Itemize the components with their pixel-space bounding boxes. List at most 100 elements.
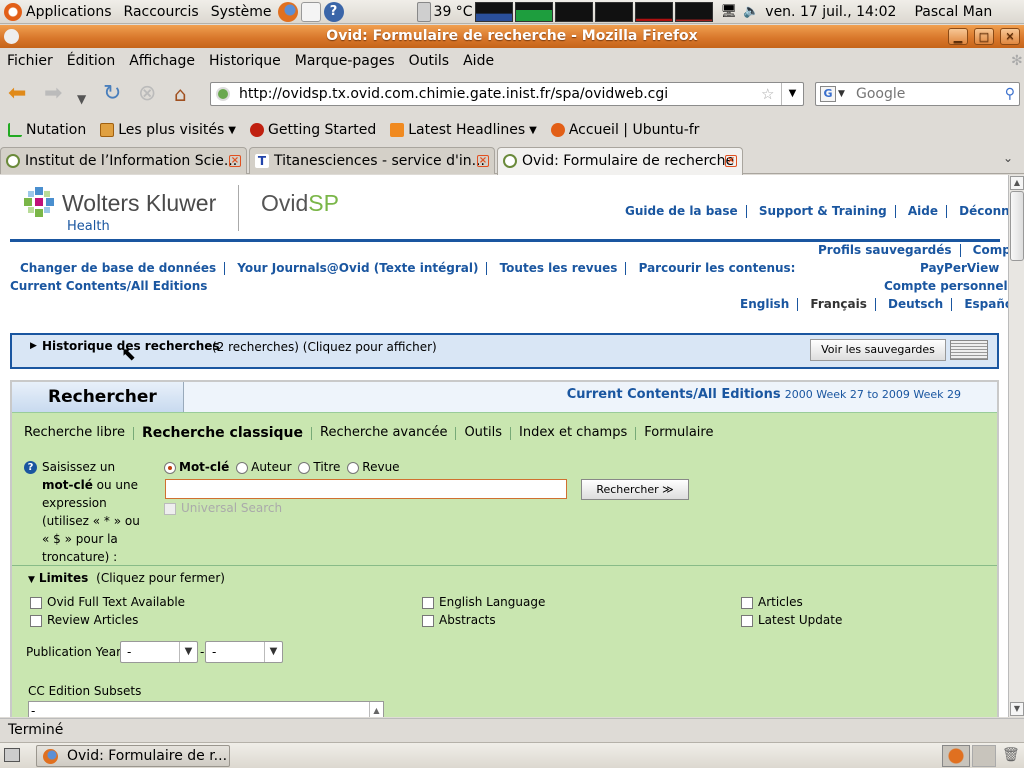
menu-fichier[interactable]: Fichier	[7, 53, 53, 69]
home-icon[interactable]: ⌂	[174, 83, 187, 105]
menu-aide[interactable]: Aide	[463, 53, 494, 69]
limit-review-articles[interactable]: Review Articles	[30, 611, 185, 629]
link-compte-personnel[interactable]: Compte personnel	[884, 279, 1008, 293]
workspace-2-icon[interactable]	[972, 745, 996, 767]
link-guide[interactable]: Guide de la base	[625, 204, 738, 218]
search-bar[interactable]: G ▼ ⚲	[815, 82, 1020, 106]
tab-recherche-avancee[interactable]: Recherche avancée	[312, 425, 455, 442]
bookmark-ubuntu-fr[interactable]: Accueil | Ubuntu-fr	[550, 122, 699, 138]
tab-list-icon[interactable]: ⌄	[1003, 151, 1013, 165]
user-menu[interactable]: Pascal Man	[914, 4, 992, 20]
bookmark-latest-headlines[interactable]: Latest Headlines ▼	[390, 122, 537, 138]
search-magnifier-icon[interactable]: ⚲	[1005, 83, 1015, 105]
reload-icon[interactable]: ↻	[103, 83, 121, 105]
window-menu-icon[interactable]	[4, 29, 19, 44]
radio-titre[interactable]	[298, 461, 311, 474]
limit-articles[interactable]: Articles	[741, 593, 842, 611]
workspace-1-icon[interactable]	[942, 745, 970, 767]
tab-ovid[interactable]: Ovid: Formulaire de recherche ×	[497, 147, 743, 175]
checkbox[interactable]	[741, 614, 753, 627]
bookmark-getting-started[interactable]: Getting Started	[250, 122, 376, 138]
url-dropdown-icon[interactable]: ▼	[781, 83, 803, 105]
menu-edition[interactable]: Édition	[67, 53, 115, 69]
minimize-icon[interactable]: ▁	[948, 28, 968, 45]
menu-marque-pages[interactable]: Marque-pages	[295, 53, 395, 69]
trash-icon[interactable]: 🗑	[1002, 747, 1020, 763]
scrollbar-thumb[interactable]	[1010, 191, 1024, 261]
checkbox[interactable]	[741, 596, 753, 609]
checkbox[interactable]	[30, 596, 42, 609]
close-tab-icon[interactable]: ×	[725, 155, 737, 167]
link-toutes-revues[interactable]: Toutes les revues	[500, 261, 618, 275]
bookmark-most-visited[interactable]: Les plus visités ▼	[100, 122, 236, 138]
bookmark-star-icon[interactable]: ☆	[761, 83, 774, 105]
collapse-triangle-icon[interactable]: ▼	[28, 575, 35, 585]
url-bar[interactable]: http://ovidsp.tx.ovid.com.chimie.gate.in…	[210, 82, 804, 106]
checkbox[interactable]	[30, 614, 42, 627]
tab-index-champs[interactable]: Index et champs	[511, 425, 635, 442]
menu-historique[interactable]: Historique	[209, 53, 281, 69]
limit-ovid-full-text[interactable]: Ovid Full Text Available	[30, 593, 185, 611]
maximize-icon[interactable]: □	[974, 28, 994, 45]
limit-english-language[interactable]: English Language	[422, 593, 545, 611]
scroll-down-icon[interactable]: ▼	[1010, 702, 1024, 716]
scroll-up-icon[interactable]: ▲	[1010, 176, 1024, 190]
limit-latest-update[interactable]: Latest Update	[741, 611, 842, 629]
limit-abstracts[interactable]: Abstracts	[422, 611, 545, 629]
site-identity-icon[interactable]	[216, 87, 230, 101]
history-panel[interactable]: ▶ Historique des recherches (2 recherche…	[10, 333, 999, 369]
checkbox[interactable]	[422, 596, 434, 609]
close-window-icon[interactable]: ✕	[1000, 28, 1020, 45]
lang-francais[interactable]: Français	[810, 297, 866, 311]
shortcuts-menu[interactable]: Raccourcis	[124, 4, 199, 20]
stop-icon[interactable]: ⊗	[138, 83, 156, 105]
system-menu[interactable]: Système	[211, 4, 272, 20]
lang-deutsch[interactable]: Deutsch	[888, 297, 943, 311]
google-engine-icon[interactable]: G	[820, 86, 836, 102]
volume-icon[interactable]: 🔈	[743, 4, 759, 19]
radio-mot-cle[interactable]	[164, 461, 176, 474]
link-payperview[interactable]: PayPerView	[920, 261, 999, 275]
show-desktop-icon[interactable]	[4, 748, 20, 762]
grip-icon[interactable]	[950, 340, 988, 360]
forward-icon[interactable]: ➡	[44, 83, 62, 105]
limits-header[interactable]: ▼ Limites (Cliquez pour fermer)	[28, 571, 225, 585]
firefox-launcher-icon[interactable]	[277, 1, 298, 22]
link-your-journals[interactable]: Your Journals@Ovid (Texte intégral)	[237, 261, 478, 275]
clock[interactable]: ven. 17 juil., 14:02	[765, 4, 896, 20]
help-icon[interactable]: ?	[24, 461, 37, 474]
lang-espanol[interactable]: Español	[964, 297, 1008, 311]
taskbar-window-button[interactable]: Ovid: Formulaire de r...	[36, 745, 230, 767]
saved-searches-button[interactable]: Voir les sauvegardes	[810, 339, 946, 361]
link-support[interactable]: Support & Training	[759, 204, 887, 218]
search-submit-button[interactable]: Rechercher ≫	[581, 479, 689, 500]
close-tab-icon[interactable]: ×	[477, 155, 489, 167]
lang-english[interactable]: English	[740, 297, 789, 311]
expand-triangle-icon[interactable]: ▶	[30, 341, 37, 351]
window-titlebar[interactable]: Ovid: Formulaire de recherche - Mozilla …	[0, 25, 1024, 48]
publication-year-from-select[interactable]: - ▼	[120, 641, 198, 663]
search-input[interactable]	[856, 85, 996, 103]
engine-dropdown-icon[interactable]: ▼	[838, 83, 845, 105]
listbox-scroll-up-icon[interactable]: ▲	[369, 702, 383, 717]
menu-affichage[interactable]: Affichage	[129, 53, 195, 69]
radio-auteur[interactable]	[236, 461, 249, 474]
listbox-item[interactable]: -	[31, 704, 35, 717]
publication-year-to-select[interactable]: - ▼	[205, 641, 283, 663]
link-compte[interactable]: Compte	[973, 243, 1008, 257]
tab-recherche-classique[interactable]: Recherche classique	[134, 425, 311, 442]
link-changer-base[interactable]: Changer de base de données	[20, 261, 216, 275]
checkbox[interactable]	[422, 614, 434, 627]
tab-recherche-libre[interactable]: Recherche libre	[24, 425, 133, 442]
menu-outils[interactable]: Outils	[409, 53, 449, 69]
radio-revue[interactable]	[347, 461, 360, 474]
link-parcourir[interactable]: Parcourir les contenus:	[639, 261, 796, 275]
link-aide[interactable]: Aide	[908, 204, 938, 218]
back-icon[interactable]: ⬅	[8, 83, 26, 105]
mail-launcher-icon[interactable]	[300, 1, 321, 22]
link-current-contents[interactable]: Current Contents/All Editions	[10, 279, 207, 293]
tab-outils[interactable]: Outils	[456, 425, 510, 442]
network-icon[interactable]: 🖥	[721, 4, 738, 19]
link-deconnexion[interactable]: Déconnexion	[959, 204, 1008, 218]
tab-inist[interactable]: Institut de l’Information Scie... ×	[0, 147, 247, 174]
